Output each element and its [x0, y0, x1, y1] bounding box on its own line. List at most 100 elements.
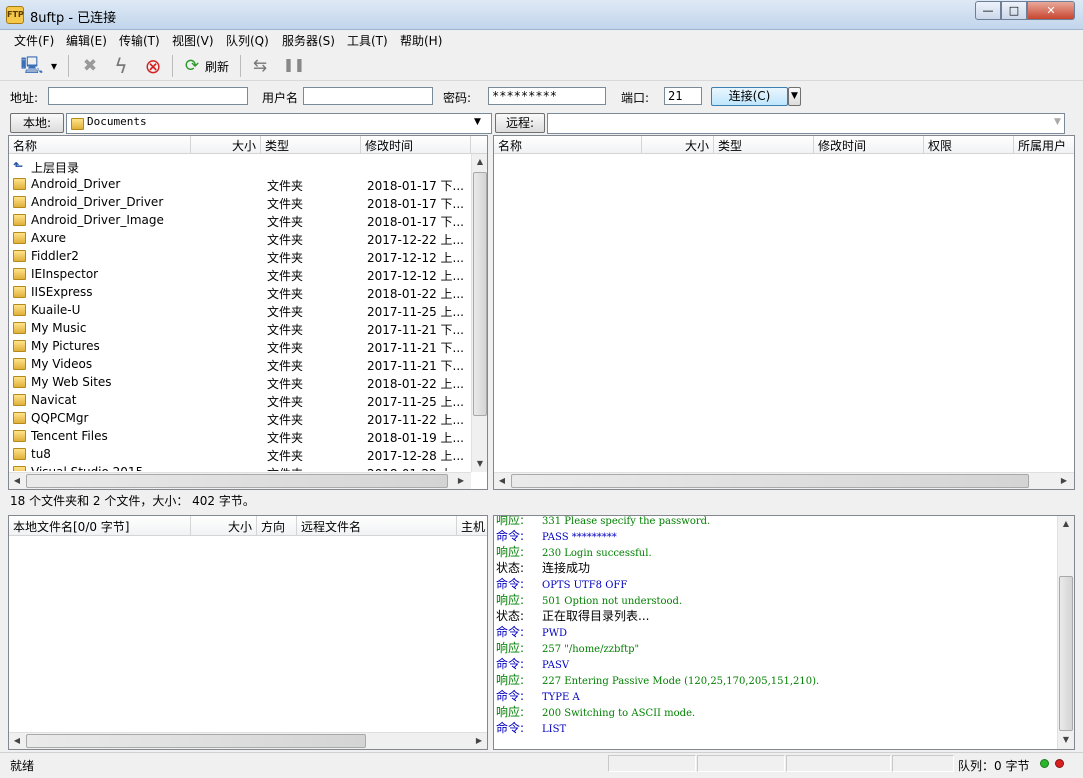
minimize-button[interactable]: —	[975, 1, 1001, 20]
column-owner[interactable]: 所属用户	[1014, 136, 1074, 154]
table-row[interactable]: Fiddler2 文件夹 2017-12-12 上...	[9, 248, 469, 266]
file-type: 文件夹	[267, 287, 304, 301]
column-direction[interactable]: 方向	[257, 516, 297, 536]
local-horizontal-scrollbar[interactable]: ◀ ▶	[9, 472, 471, 489]
site-manager-icon[interactable]: 🖳	[20, 54, 44, 78]
maximize-button[interactable]: □	[1001, 1, 1027, 20]
file-modified: 2018-01-17 下...	[367, 215, 464, 229]
scrollbar-thumb[interactable]	[1059, 576, 1073, 731]
table-row[interactable]: Android_Driver 文件夹 2018-01-17 下...	[9, 176, 469, 194]
column-permissions[interactable]: 权限	[924, 136, 1014, 154]
scrollbar-thumb[interactable]	[26, 734, 366, 748]
menu-help[interactable]: 帮助(H)	[400, 32, 442, 49]
table-row[interactable]: My Music 文件夹 2017-11-21 下...	[9, 320, 469, 338]
scroll-down-icon[interactable]: ▼	[472, 456, 487, 472]
remote-path-input[interactable]	[547, 113, 1065, 134]
local-vertical-scrollbar[interactable]: ▲ ▼	[471, 154, 487, 472]
scroll-left-icon[interactable]: ◀	[9, 473, 25, 489]
scroll-right-icon[interactable]: ▶	[471, 733, 487, 749]
menu-tools[interactable]: 工具(T)	[347, 32, 388, 49]
table-row[interactable]: QQPCMgr 文件夹 2017-11-22 上...	[9, 410, 469, 428]
menu-view[interactable]: 视图(V)	[172, 32, 214, 49]
scrollbar-thumb[interactable]	[511, 474, 1029, 488]
site-dropdown-icon[interactable]: ▾	[46, 54, 62, 78]
scroll-up-icon[interactable]: ▲	[1058, 516, 1074, 532]
scrollbar-thumb[interactable]	[26, 474, 448, 488]
file-modified: 2017-12-12 上...	[367, 269, 464, 283]
column-size[interactable]: 大小	[642, 136, 714, 154]
password-input[interactable]: *********	[488, 87, 606, 105]
file-type: 文件夹	[267, 395, 304, 409]
log-line: 命令: PWD	[496, 623, 567, 640]
chevron-down-icon[interactable]: ▼	[474, 117, 481, 127]
connect-dropdown-icon[interactable]: ▼	[788, 87, 801, 106]
column-modified[interactable]: 修改时间	[814, 136, 924, 154]
menu-server[interactable]: 服务器(S)	[282, 32, 335, 49]
column-host[interactable]: 主机	[457, 516, 487, 536]
file-name: tu8	[31, 447, 51, 461]
port-input[interactable]: 21	[664, 87, 702, 105]
menu-edit[interactable]: 编辑(E)	[66, 32, 107, 49]
column-size[interactable]: 大小	[191, 516, 257, 536]
table-row[interactable]: My Pictures 文件夹 2017-11-21 下...	[9, 338, 469, 356]
connection-bar: 地址: 用户名 密码: ********* 端口: 21 连接(C) ▼	[0, 84, 1083, 108]
table-row[interactable]: Tencent Files 文件夹 2018-01-19 上...	[9, 428, 469, 446]
scroll-up-icon[interactable]: ▲	[472, 154, 487, 170]
scroll-left-icon[interactable]: ◀	[9, 733, 25, 749]
column-name[interactable]: 名称	[494, 136, 642, 154]
table-row[interactable]: Visual Studio 2015 文件夹 2018-01-22 上...	[9, 464, 469, 471]
table-row[interactable]: My Videos 文件夹 2017-11-21 下...	[9, 356, 469, 374]
column-size[interactable]: 大小	[191, 136, 261, 154]
table-row[interactable]: Kuaile-U 文件夹 2017-11-25 上...	[9, 302, 469, 320]
scroll-down-icon[interactable]: ▼	[1058, 732, 1074, 748]
folder-icon	[13, 322, 26, 334]
column-local-filename[interactable]: 本地文件名[0/0 字节]	[9, 516, 191, 536]
refresh-icon[interactable]: ⟳	[180, 54, 204, 78]
title-bar: FTP 8uftp - 已连接 — □ ✕	[0, 0, 1083, 30]
column-remote-filename[interactable]: 远程文件名	[297, 516, 457, 536]
menu-file[interactable]: 文件(F)	[14, 32, 54, 49]
local-status-text: 18 个文件夹和 2 个文件，大小： 402 字节。	[10, 494, 255, 508]
username-label: 用户名	[262, 91, 299, 105]
scrollbar-thumb[interactable]	[473, 172, 487, 416]
menu-queue[interactable]: 队列(Q)	[226, 32, 269, 49]
connect-button[interactable]: 连接(C)	[711, 87, 788, 106]
disconnect-icon[interactable]: ✖	[78, 54, 102, 78]
table-row[interactable]: Axure 文件夹 2017-12-22 上...	[9, 230, 469, 248]
file-modified: 2017-11-21 下...	[367, 341, 464, 355]
table-row[interactable]: My Web Sites 文件夹 2018-01-22 上...	[9, 374, 469, 392]
username-input[interactable]	[303, 87, 433, 105]
column-type[interactable]: 类型	[261, 136, 361, 154]
local-path-input[interactable]: Documents	[66, 113, 492, 134]
refresh-button-label[interactable]: 刷新	[205, 58, 229, 75]
queue-horizontal-scrollbar[interactable]: ◀ ▶	[9, 732, 487, 749]
reconnect-icon[interactable]: ϟ	[109, 54, 133, 78]
scroll-right-icon[interactable]: ▶	[453, 473, 469, 489]
log-message: 501 Option not understood.	[542, 596, 683, 607]
scroll-right-icon[interactable]: ▶	[1056, 473, 1072, 489]
sync-icon[interactable]: ⇆	[248, 54, 272, 78]
scroll-left-icon[interactable]: ◀	[494, 473, 510, 489]
table-row[interactable]: Android_Driver_Image 文件夹 2018-01-17 下...	[9, 212, 469, 230]
table-row[interactable]: Navicat 文件夹 2017-11-25 上...	[9, 392, 469, 410]
parent-directory-row[interactable]: ⬑ 上层目录	[9, 158, 469, 176]
close-button[interactable]: ✕	[1027, 1, 1075, 20]
remote-path-bar: 远程: ▼	[493, 112, 1075, 134]
column-type[interactable]: 类型	[714, 136, 814, 154]
local-label[interactable]: 本地:	[10, 113, 64, 133]
table-row[interactable]: tu8 文件夹 2017-12-28 上...	[9, 446, 469, 464]
menu-transfer[interactable]: 传输(T)	[119, 32, 160, 49]
log-vertical-scrollbar[interactable]: ▲ ▼	[1057, 516, 1074, 749]
stop-icon[interactable]: ⊗	[141, 54, 165, 78]
pause-icon[interactable]: ❚❚	[282, 54, 306, 78]
table-row[interactable]: IISExpress 文件夹 2018-01-22 上...	[9, 284, 469, 302]
remote-label[interactable]: 远程:	[495, 113, 545, 133]
address-input[interactable]	[48, 87, 248, 105]
chevron-down-icon[interactable]: ▼	[1054, 117, 1061, 127]
column-modified[interactable]: 修改时间	[361, 136, 471, 154]
column-name[interactable]: 名称	[9, 136, 191, 154]
file-name: Kuaile-U	[31, 303, 81, 317]
remote-horizontal-scrollbar[interactable]: ◀ ▶	[494, 472, 1074, 489]
table-row[interactable]: Android_Driver_Driver 文件夹 2018-01-17 下...	[9, 194, 469, 212]
table-row[interactable]: IEInspector 文件夹 2017-12-12 上...	[9, 266, 469, 284]
